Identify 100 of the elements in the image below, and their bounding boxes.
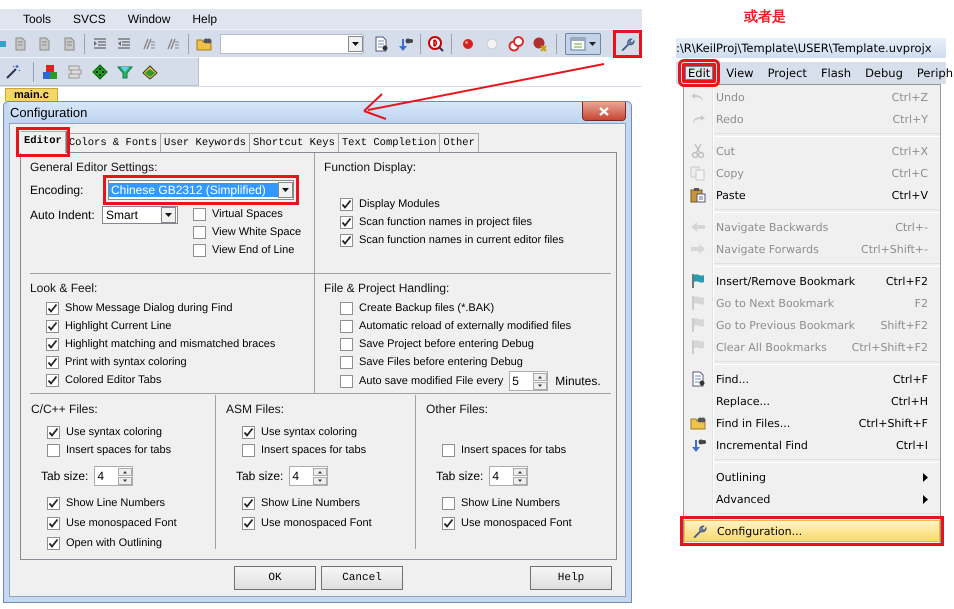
menu-item[interactable]: Paste Ctrl+V bbox=[684, 184, 940, 206]
tab[interactable]: Other bbox=[440, 133, 479, 152]
flag-icon bbox=[690, 273, 706, 289]
settings-button[interactable] bbox=[612, 30, 642, 58]
menu-item[interactable]: Tools bbox=[12, 12, 62, 26]
option-label: Show Line Numbers bbox=[66, 497, 166, 509]
wand-icon[interactable] bbox=[5, 64, 21, 80]
spin-field[interactable]: 5 bbox=[509, 371, 548, 391]
checkbox[interactable] bbox=[193, 226, 206, 238]
checkbox[interactable] bbox=[242, 444, 255, 456]
flag-icon bbox=[690, 339, 706, 355]
option-label: Display Modules bbox=[359, 198, 440, 210]
wrench-icon bbox=[619, 36, 636, 52]
search-combo[interactable] bbox=[220, 34, 364, 54]
checkbox[interactable] bbox=[47, 496, 60, 510]
menu-item[interactable]: SVCS bbox=[62, 12, 117, 26]
menu-item[interactable]: Incremental Find Ctrl+I bbox=[684, 434, 940, 456]
menu-item[interactable]: Debug bbox=[859, 64, 909, 82]
tab[interactable]: Text Completion bbox=[338, 133, 440, 152]
checkbox[interactable] bbox=[46, 302, 59, 314]
checkbox[interactable] bbox=[340, 234, 353, 246]
menu-item[interactable]: Outlining bbox=[684, 466, 940, 488]
shortcut-label: Ctrl+- bbox=[895, 220, 928, 234]
checkbox[interactable] bbox=[242, 496, 255, 510]
circles-icon[interactable] bbox=[508, 36, 524, 52]
checkbox[interactable] bbox=[340, 302, 353, 314]
tab[interactable]: User Keywords bbox=[161, 133, 250, 152]
flag-icon bbox=[690, 317, 706, 333]
menu-item[interactable]: Periph bbox=[910, 64, 954, 82]
menu-item[interactable]: Find in Files... Ctrl+Shift+F bbox=[684, 412, 940, 434]
diamond-icon[interactable] bbox=[92, 64, 108, 80]
menu-item[interactable]: Flash bbox=[814, 64, 858, 82]
checkbox[interactable] bbox=[442, 496, 455, 510]
folder-icon[interactable] bbox=[196, 36, 212, 52]
close-button[interactable] bbox=[582, 102, 626, 121]
shortcut-label: Ctrl+I bbox=[896, 438, 928, 452]
option-label: Insert spaces for tabs bbox=[66, 444, 172, 456]
window-button[interactable] bbox=[564, 32, 601, 54]
spin-field[interactable]: 4 bbox=[489, 466, 528, 486]
spin-field[interactable]: 4 bbox=[289, 466, 328, 486]
funnel-icon[interactable] bbox=[116, 64, 132, 80]
checkbox[interactable] bbox=[47, 426, 60, 438]
checkbox[interactable] bbox=[47, 444, 60, 456]
menu-item[interactable]: Replace... Ctrl+H bbox=[684, 390, 940, 412]
option-label: Open with Outlining bbox=[66, 537, 162, 549]
magnifier-icon[interactable] bbox=[428, 36, 444, 52]
checkbox[interactable] bbox=[46, 320, 59, 332]
checkbox[interactable] bbox=[242, 516, 255, 530]
outdent-icon[interactable] bbox=[116, 36, 132, 52]
back-arrow-icon bbox=[690, 219, 706, 235]
menu-item[interactable]: Insert/Remove Bookmark Ctrl+F2 bbox=[684, 270, 940, 292]
spin-down-icon[interactable] bbox=[118, 476, 132, 484]
spin-up-icon[interactable] bbox=[513, 468, 528, 476]
checkbox[interactable] bbox=[340, 374, 353, 388]
spin-up-icon[interactable] bbox=[313, 468, 328, 476]
option-label: Use syntax coloring bbox=[261, 426, 357, 438]
tab[interactable]: Shortcut Keys bbox=[250, 133, 339, 152]
section-heading: Function Display: bbox=[324, 160, 418, 176]
spin-field[interactable]: 4 bbox=[94, 466, 134, 486]
checkbox[interactable] bbox=[340, 356, 353, 368]
spin-down-icon[interactable] bbox=[533, 382, 548, 390]
menu-item[interactable]: Find... Ctrl+F bbox=[684, 368, 940, 390]
spin-down-icon[interactable] bbox=[313, 476, 328, 484]
checkbox[interactable] bbox=[47, 536, 60, 550]
checkbox[interactable] bbox=[193, 244, 206, 256]
checkbox[interactable] bbox=[340, 320, 353, 332]
option-label: Scan function names in current editor files bbox=[359, 234, 564, 246]
option-label: Show Message Dialog during Find bbox=[65, 302, 233, 314]
dialog-button[interactable]: OK bbox=[234, 566, 316, 590]
spin-up-icon[interactable] bbox=[533, 372, 548, 380]
indent-dropdown[interactable]: Smart bbox=[102, 206, 178, 224]
menu-item[interactable]: Project bbox=[762, 64, 813, 82]
checkbox[interactable] bbox=[46, 374, 59, 386]
menu-item[interactable]: Window bbox=[116, 12, 182, 26]
dialog-button[interactable]: Cancel bbox=[321, 566, 403, 590]
checkbox[interactable] bbox=[442, 444, 455, 456]
checkbox[interactable] bbox=[340, 198, 353, 210]
checkbox[interactable] bbox=[47, 516, 60, 530]
file-tab[interactable]: main.c bbox=[5, 88, 58, 101]
annotation-text: 或者是 bbox=[744, 8, 786, 26]
section-heading: Other Files: bbox=[426, 402, 490, 418]
checkbox[interactable] bbox=[442, 516, 455, 530]
spin-down-icon[interactable] bbox=[513, 476, 528, 484]
checkbox[interactable] bbox=[193, 208, 206, 220]
dialog-button[interactable]: Help bbox=[530, 566, 612, 590]
binoculars-icon[interactable] bbox=[396, 36, 413, 52]
checkbox[interactable] bbox=[242, 426, 255, 438]
spin-up-icon[interactable] bbox=[118, 468, 132, 476]
menu-item[interactable]: Advanced bbox=[684, 488, 940, 510]
checkbox[interactable] bbox=[46, 356, 59, 368]
checkbox[interactable] bbox=[340, 216, 353, 228]
checkbox[interactable] bbox=[340, 338, 353, 350]
document-search-icon[interactable] bbox=[372, 36, 389, 52]
folder-icon bbox=[690, 415, 706, 431]
menu-item[interactable]: View bbox=[720, 64, 760, 82]
breakpoint-remove-icon[interactable] bbox=[532, 36, 548, 52]
menu-item[interactable]: Help bbox=[181, 12, 228, 26]
blocks-icon[interactable] bbox=[42, 64, 58, 80]
checkbox[interactable] bbox=[46, 338, 59, 350]
indent-icon[interactable] bbox=[92, 36, 108, 52]
